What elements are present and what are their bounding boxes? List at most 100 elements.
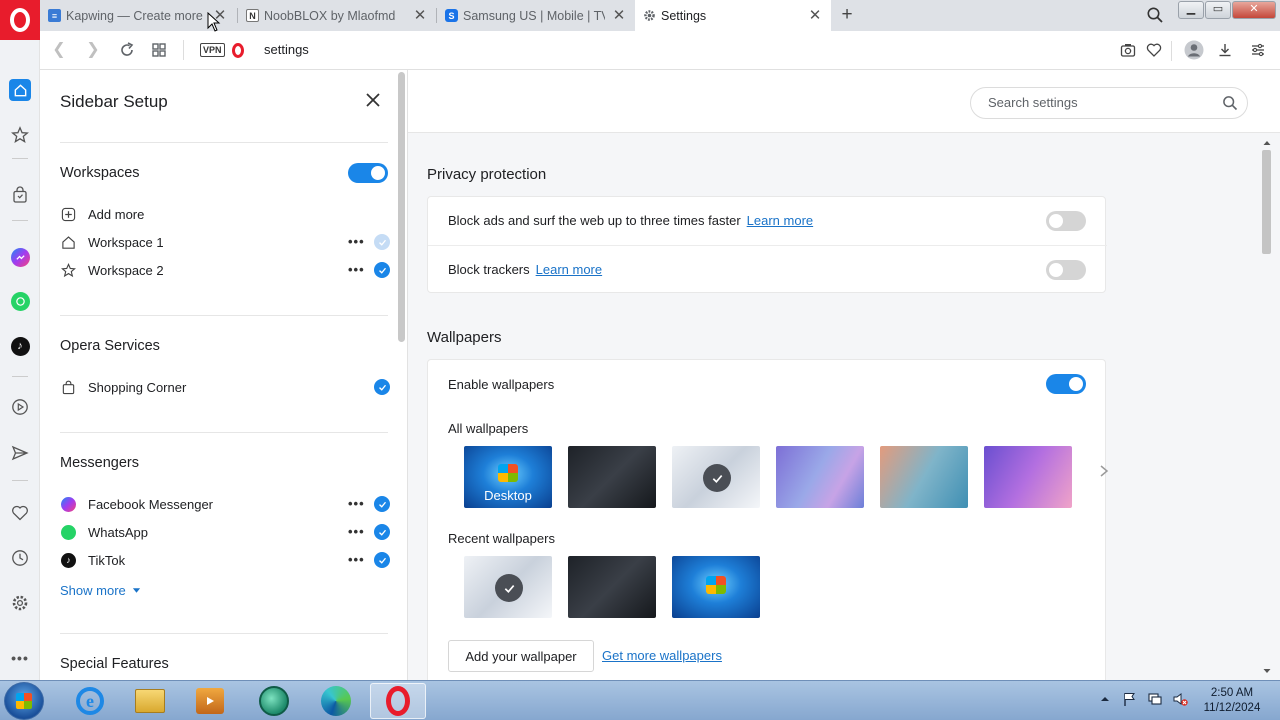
tab-close-icon[interactable]: ✕ <box>412 7 428 24</box>
forward-icon[interactable]: ❯ <box>84 41 102 59</box>
volume-muted-icon[interactable] <box>1172 691 1188 707</box>
tab-samsung[interactable]: S Samsung US | Mobile | TV ✕ <box>437 0 635 31</box>
enable-wallpapers-toggle[interactable] <box>1046 374 1086 394</box>
workspace-1-check[interactable] <box>374 234 390 250</box>
block-trackers-toggle[interactable] <box>1046 260 1086 280</box>
more-options-icon[interactable]: ••• <box>348 235 364 248</box>
facebook-messenger-check[interactable] <box>374 496 390 512</box>
list-item-tiktok[interactable]: ♪ TikTok ••• <box>60 548 390 572</box>
back-icon[interactable]: ❮ <box>50 41 68 59</box>
taskbar-internet-explorer[interactable]: e <box>62 683 118 719</box>
vpn-badge[interactable]: VPN <box>200 43 225 57</box>
home-icon <box>14 83 26 96</box>
learn-more-link[interactable]: Learn more <box>747 213 813 228</box>
more-options-icon[interactable]: ••• <box>348 497 364 510</box>
minimize-button[interactable]: ▁ <box>1178 1 1204 19</box>
taskbar-opera[interactable] <box>370 683 426 719</box>
heart-icon[interactable] <box>1146 42 1162 58</box>
wallpaper-thumb-violet-pink[interactable] <box>984 446 1072 508</box>
list-item-workspace-2[interactable]: Workspace 2 ••• <box>60 258 390 282</box>
tiktok-icon: ♪ <box>10 336 30 356</box>
network-icon[interactable] <box>1147 691 1163 707</box>
media-player-icon <box>196 688 224 714</box>
opera-menu-button[interactable] <box>0 0 40 40</box>
taskbar-app-globe[interactable] <box>246 683 302 719</box>
list-item-shopping-corner[interactable]: Shopping Corner <box>60 375 390 399</box>
tab-noobblox[interactable]: N NoobBLOX by Mlaofmd ✕ <box>238 0 436 31</box>
whatsapp-check[interactable] <box>374 524 390 540</box>
tab-grid-icon[interactable] <box>150 41 168 59</box>
settings-scrollbar[interactable] <box>1262 150 1271 254</box>
show-more-link[interactable]: Show more <box>60 583 141 598</box>
block-ads-toggle[interactable] <box>1046 211 1086 231</box>
search-settings-box[interactable] <box>970 87 1248 119</box>
sidebar-item-workspace[interactable] <box>9 124 31 146</box>
tab-close-icon[interactable]: ✕ <box>611 7 627 24</box>
tiktok-check[interactable] <box>374 552 390 568</box>
taskbar-edge[interactable] <box>308 683 364 719</box>
url-text[interactable]: settings <box>264 42 309 57</box>
shopping-corner-check[interactable] <box>374 379 390 395</box>
sidebar-item-bookmarks[interactable] <box>9 502 31 524</box>
camera-icon[interactable] <box>1120 42 1136 58</box>
tab-search-icon[interactable] <box>1146 6 1164 24</box>
block-trackers-row: Block trackers Learn more <box>428 246 1107 294</box>
more-options-icon[interactable]: ••• <box>348 263 364 276</box>
sidebar-item-whatsapp[interactable] <box>9 290 31 312</box>
search-input[interactable] <box>988 95 1208 110</box>
profile-avatar-icon[interactable] <box>1184 40 1204 60</box>
more-options-icon[interactable]: ••• <box>348 525 364 538</box>
download-icon[interactable] <box>1217 42 1233 58</box>
taskbar-media-player[interactable] <box>182 683 238 719</box>
sidebar-item-send[interactable] <box>9 442 31 464</box>
clock-time: 2:50 AM <box>1210 687 1254 699</box>
wallpaper-thumb-desktop[interactable]: Desktop <box>464 446 552 508</box>
add-wallpaper-button[interactable]: Add your wallpaper <box>448 640 594 672</box>
get-more-wallpapers-link[interactable]: Get more wallpapers <box>602 648 722 663</box>
wallpaper-thumb-purple-blue[interactable] <box>776 446 864 508</box>
more-options-icon[interactable]: ••• <box>348 553 364 566</box>
tab-close-icon[interactable]: ✕ <box>807 7 823 24</box>
shopping-bag-icon <box>60 379 77 396</box>
scroll-down-icon[interactable] <box>1263 667 1271 675</box>
recent-wallpaper-windows[interactable] <box>672 556 760 618</box>
start-button[interactable] <box>4 682 44 720</box>
sidebar-item-messenger[interactable] <box>9 246 31 268</box>
list-item-workspace-1[interactable]: Workspace 1 ••• <box>60 230 390 254</box>
tab-title: Kapwing — Create more c <box>66 8 206 23</box>
new-tab-button[interactable]: + <box>836 4 858 26</box>
wallpaper-thumb-light-selected[interactable] <box>672 446 760 508</box>
window-close-button[interactable]: ✕ <box>1232 1 1276 19</box>
wallpaper-thumb-peach-teal[interactable] <box>880 446 968 508</box>
sidebar-item-settings[interactable] <box>9 592 31 614</box>
recent-wallpaper-dark[interactable] <box>568 556 656 618</box>
sidebar-item-player[interactable] <box>9 396 31 418</box>
more-options-icon[interactable]: ••• <box>9 647 31 669</box>
workspace-2-check[interactable] <box>374 262 390 278</box>
easy-setup-icon[interactable] <box>1250 42 1266 58</box>
system-clock[interactable]: 2:50 AM 11/12/2024 <box>1196 686 1268 716</box>
tab-settings[interactable]: Settings ✕ <box>635 0 831 31</box>
wallpaper-thumb-dark[interactable] <box>568 446 656 508</box>
panel-scrollbar[interactable] <box>398 72 405 342</box>
chevron-right-icon[interactable] <box>1098 464 1110 478</box>
add-more-workspace[interactable]: Add more <box>60 202 390 226</box>
recent-wallpaper-light[interactable] <box>464 556 552 618</box>
tray-expand-icon[interactable] <box>1100 694 1110 704</box>
workspaces-toggle[interactable] <box>348 163 388 183</box>
list-item-whatsapp[interactable]: WhatsApp ••• <box>60 520 390 544</box>
sidebar-item-home[interactable] <box>9 79 31 101</box>
maximize-button[interactable]: ▭ <box>1205 1 1231 19</box>
close-icon[interactable] <box>364 91 382 109</box>
taskbar-file-explorer[interactable] <box>122 683 178 719</box>
divider <box>183 40 184 60</box>
learn-more-link[interactable]: Learn more <box>536 262 602 277</box>
action-center-flag-icon[interactable] <box>1122 691 1138 707</box>
search-icon[interactable] <box>1222 95 1238 111</box>
sidebar-item-history[interactable] <box>9 547 31 569</box>
sidebar-item-tiktok[interactable]: ♪ <box>9 335 31 357</box>
reload-icon[interactable] <box>118 41 136 59</box>
list-item-facebook-messenger[interactable]: Facebook Messenger ••• <box>60 492 390 516</box>
sidebar-item-shopping[interactable] <box>9 184 31 206</box>
scroll-up-icon[interactable] <box>1263 139 1271 147</box>
